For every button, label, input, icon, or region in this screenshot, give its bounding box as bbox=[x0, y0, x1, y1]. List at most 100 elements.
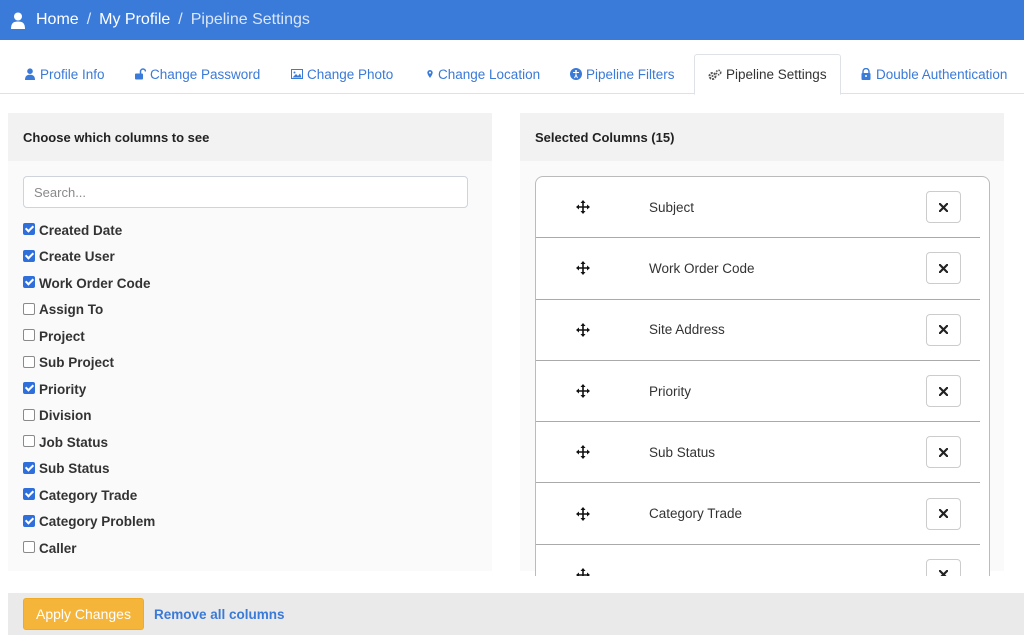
remove-all-columns-link[interactable]: Remove all columns bbox=[154, 607, 285, 622]
map-marker-icon bbox=[427, 70, 433, 78]
move-icon[interactable] bbox=[576, 506, 590, 521]
checkbox-unchecked[interactable] bbox=[23, 541, 35, 554]
tab-label: Change Photo bbox=[307, 66, 394, 82]
column-checkbox-item[interactable]: Create User bbox=[23, 244, 463, 271]
close-icon bbox=[939, 202, 948, 212]
tab-pipeline-filters[interactable]: Pipeline Filters bbox=[570, 54, 675, 94]
tab-change-password[interactable]: Change Password bbox=[134, 54, 260, 94]
move-icon[interactable] bbox=[576, 445, 590, 460]
tab-label: Pipeline Filters bbox=[586, 66, 675, 82]
move-icon[interactable] bbox=[576, 384, 590, 399]
column-checkbox-item[interactable]: Created Date bbox=[23, 217, 463, 244]
move-icon[interactable] bbox=[576, 567, 590, 576]
column-checkbox-label: Sub Status bbox=[39, 461, 110, 477]
column-checkbox-item[interactable]: Division bbox=[23, 403, 463, 430]
selected-column-label: Category Trade bbox=[649, 506, 743, 522]
close-icon bbox=[939, 570, 948, 576]
selected-column-row[interactable]: Sub Status bbox=[536, 422, 980, 484]
selected-column-row[interactable]: Site Address bbox=[536, 300, 980, 361]
checkbox-checked[interactable] bbox=[23, 488, 35, 501]
column-checkbox-label: Project bbox=[39, 328, 85, 344]
unlock-icon bbox=[135, 68, 146, 80]
remove-column-button[interactable] bbox=[926, 375, 961, 408]
column-checkbox-item[interactable]: Sub Status bbox=[23, 456, 463, 483]
checkbox-checked[interactable] bbox=[23, 382, 35, 395]
selected-column-row[interactable]: Category Trade bbox=[536, 484, 980, 545]
checkbox-unchecked[interactable] bbox=[23, 329, 35, 342]
column-checkbox-item[interactable]: Project bbox=[23, 323, 463, 350]
column-checkbox-label: Category Trade bbox=[39, 487, 138, 503]
user-icon bbox=[11, 12, 25, 29]
tab-profile-info[interactable]: Profile Info bbox=[24, 54, 105, 94]
checkbox-checked[interactable] bbox=[23, 276, 35, 289]
selected-columns-panel: Subject Work Order Code Site Address Priori… bbox=[520, 161, 1004, 576]
tab-change-location[interactable]: Change Location bbox=[426, 54, 540, 94]
close-icon bbox=[939, 447, 948, 457]
column-checkbox-item[interactable]: Caller bbox=[23, 535, 463, 562]
tab-pipeline-settings[interactable]: Pipeline Settings bbox=[694, 54, 841, 95]
remove-column-button[interactable] bbox=[926, 497, 961, 530]
remove-column-button[interactable] bbox=[926, 436, 961, 469]
checkbox-unchecked[interactable] bbox=[23, 355, 35, 368]
close-icon bbox=[939, 509, 948, 519]
selected-column-label: Priority bbox=[649, 383, 692, 399]
remove-column-button[interactable] bbox=[926, 558, 961, 576]
checkbox-unchecked[interactable] bbox=[23, 302, 35, 315]
column-checkbox-item[interactable]: Work Order Code bbox=[23, 270, 463, 297]
column-checkbox-label: Division bbox=[39, 408, 92, 424]
tab-label: Pipeline Settings bbox=[726, 67, 827, 82]
remove-column-button[interactable] bbox=[926, 252, 961, 285]
tab-label: Double Authentication bbox=[876, 66, 1008, 82]
breadcrumb-separator: / bbox=[178, 11, 183, 28]
close-icon bbox=[939, 386, 948, 396]
move-icon[interactable] bbox=[576, 200, 590, 215]
breadcrumb-my-profile[interactable]: My Profile bbox=[99, 11, 170, 29]
panel-title: Selected Columns (15) bbox=[535, 129, 675, 145]
search-input[interactable] bbox=[23, 176, 468, 208]
column-checkbox-item[interactable]: Category Problem bbox=[23, 509, 463, 536]
gears-icon bbox=[708, 68, 722, 80]
profile-tabs: Profile Info Change Password Change Phot… bbox=[0, 54, 1024, 95]
available-columns-header: Choose which columns to see bbox=[8, 113, 492, 161]
universal-access-icon bbox=[570, 68, 582, 80]
selected-column-row[interactable]: Subject bbox=[536, 177, 980, 239]
remove-column-button[interactable] bbox=[926, 313, 961, 346]
column-checkbox-label: Work Order Code bbox=[39, 275, 151, 291]
column-checkbox-item[interactable]: Priority bbox=[23, 376, 463, 403]
column-checkbox-label: Created Date bbox=[39, 222, 123, 238]
selected-column-label: Subject bbox=[649, 199, 695, 215]
selected-columns-list[interactable]: Subject Work Order Code Site Address Priori… bbox=[535, 176, 990, 576]
tab-change-photo[interactable]: Change Photo bbox=[291, 54, 393, 94]
tab-double-authentication[interactable]: Double Authentication bbox=[860, 54, 1007, 94]
image-icon bbox=[291, 69, 303, 79]
checkbox-checked[interactable] bbox=[23, 461, 35, 474]
column-checkbox-item[interactable]: Assign To bbox=[23, 297, 463, 324]
column-checkbox-label: Job Status bbox=[39, 434, 109, 450]
column-checkbox-label: Category Problem bbox=[39, 514, 156, 530]
apply-changes-button[interactable]: Apply Changes bbox=[23, 598, 144, 630]
column-checkbox-label: Priority bbox=[39, 381, 87, 397]
checkbox-checked[interactable] bbox=[23, 223, 35, 236]
selected-column-row[interactable] bbox=[536, 545, 980, 576]
column-checkbox-label: Caller bbox=[39, 540, 77, 556]
selected-column-row[interactable]: Work Order Code bbox=[536, 238, 980, 300]
close-icon bbox=[939, 263, 948, 273]
selected-column-row[interactable]: Priority bbox=[536, 361, 980, 423]
checkbox-unchecked[interactable] bbox=[23, 408, 35, 421]
move-icon[interactable] bbox=[576, 261, 590, 276]
selected-column-label: Work Order Code bbox=[649, 260, 755, 276]
selected-column-label: Site Address bbox=[649, 322, 725, 338]
checkbox-unchecked[interactable] bbox=[23, 435, 35, 448]
checkbox-checked[interactable] bbox=[23, 249, 35, 262]
breadcrumb-current: Pipeline Settings bbox=[190, 11, 310, 28]
selected-column-label: Sub Status bbox=[649, 444, 716, 460]
checkbox-checked[interactable] bbox=[23, 514, 35, 527]
column-checkbox-item[interactable]: Sub Project bbox=[23, 350, 463, 377]
column-checkbox-item[interactable]: Category Trade bbox=[23, 482, 463, 509]
remove-column-button[interactable] bbox=[926, 191, 961, 224]
panel-title: Choose which columns to see bbox=[23, 129, 210, 145]
breadcrumb-home[interactable]: Home bbox=[36, 11, 79, 29]
move-icon[interactable] bbox=[576, 322, 590, 337]
column-checkbox-item[interactable]: Job Status bbox=[23, 429, 463, 456]
tab-label: Change Password bbox=[150, 66, 261, 82]
